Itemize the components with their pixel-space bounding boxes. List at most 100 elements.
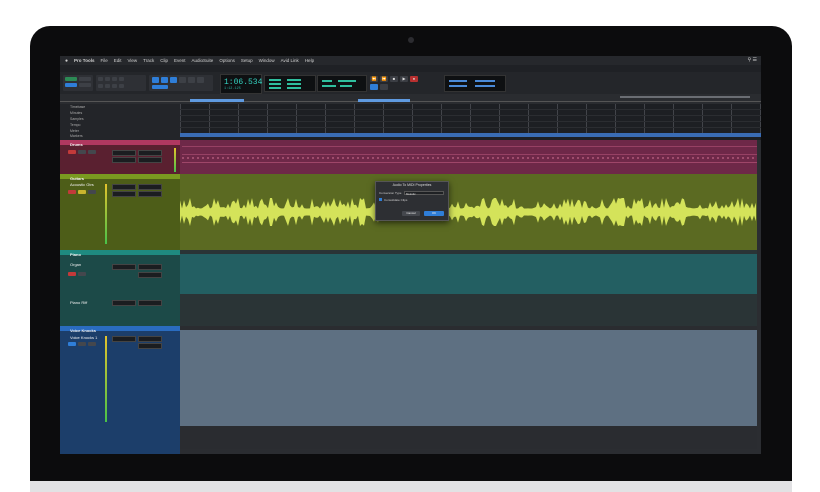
trim-tool-icon[interactable] <box>161 77 168 83</box>
record-enable-button[interactable] <box>68 342 76 346</box>
input-selector[interactable] <box>112 336 136 342</box>
main-counter[interactable]: 1:06.534 1:12.125 <box>220 74 262 94</box>
menu-event[interactable]: Event <box>174 58 186 63</box>
ruler-name-samples: Samples <box>70 117 84 121</box>
track-name-acoustic-gtrs[interactable]: Acoustic Gtrs <box>70 182 94 187</box>
consolidate-checkbox[interactable] <box>379 198 382 201</box>
track-name-piano-riff[interactable]: Piano Riff <box>70 300 87 305</box>
prime-button[interactable] <box>380 84 388 90</box>
session-overview[interactable] <box>60 94 761 104</box>
record-enable-button[interactable] <box>68 272 76 276</box>
menu-edit[interactable]: Edit <box>114 58 122 63</box>
solo-button[interactable] <box>78 150 86 154</box>
zoom-in-button[interactable] <box>98 77 103 81</box>
input-selector[interactable] <box>112 184 136 190</box>
track-name-drums[interactable]: Drums <box>70 142 83 147</box>
record-button[interactable]: ● <box>410 76 418 82</box>
track-name-piano[interactable]: Piano <box>70 252 81 257</box>
send-slot[interactable] <box>138 272 162 278</box>
menu-track[interactable]: Track <box>143 58 154 63</box>
menu-help[interactable]: Help <box>305 58 314 63</box>
conversion-type-label: Conversion Type <box>379 191 402 195</box>
menu-file[interactable]: File <box>100 58 107 63</box>
track-lane-voice-knocks[interactable] <box>180 326 761 454</box>
marker-region[interactable] <box>180 133 761 137</box>
track-name-voice-knocks[interactable]: Voice Knocks <box>70 328 96 333</box>
menu-setup[interactable]: Setup <box>241 58 253 63</box>
mute-button[interactable] <box>88 190 96 194</box>
menu-clip[interactable]: Clip <box>160 58 168 63</box>
solo-button[interactable] <box>78 190 86 194</box>
consolidate-label: Consolidate Clips <box>384 198 408 202</box>
track-lane-guitars[interactable] <box>180 174 761 250</box>
track-header-guitars[interactable]: Guitars Acoustic Gtrs <box>60 174 180 250</box>
zoom-preset-6[interactable] <box>119 84 124 88</box>
apple-icon[interactable]: ● <box>65 58 68 64</box>
zoom-preset-2[interactable] <box>119 77 124 81</box>
track-lane-piano[interactable] <box>180 250 761 326</box>
solo-button[interactable] <box>78 272 86 276</box>
smart-tool-button[interactable] <box>152 85 168 89</box>
menu-options[interactable]: Options <box>219 58 235 63</box>
shuffle-button[interactable] <box>65 77 77 81</box>
grid-button[interactable] <box>79 83 91 87</box>
menu-pro-tools[interactable]: Pro Tools <box>74 58 94 63</box>
selector-tool-icon[interactable] <box>170 77 177 83</box>
insert-slot[interactable] <box>138 150 162 156</box>
zoom-preset-5[interactable] <box>112 84 117 88</box>
record-enable-button[interactable] <box>68 190 76 194</box>
menu-avid-link[interactable]: Avid Link <box>281 58 299 63</box>
stop-button[interactable]: ■ <box>390 76 398 82</box>
track-header-piano[interactable]: Piano Organ Piano Riff <box>60 250 180 326</box>
track-name-guitars[interactable]: Guitars <box>70 176 84 181</box>
menu-audiosuite[interactable]: AudioSuite <box>192 58 214 63</box>
vertical-scrollbar[interactable] <box>757 140 761 454</box>
zoom-preset-4[interactable] <box>105 84 110 88</box>
zoom-out-button[interactable] <box>105 77 110 81</box>
input-selector[interactable] <box>112 264 136 270</box>
voice-clip[interactable] <box>180 330 757 426</box>
menu-window[interactable]: Window <box>259 58 275 63</box>
spotlight-icon[interactable]: ⚲ ☰ <box>747 57 757 63</box>
mute-button[interactable] <box>88 150 96 154</box>
ok-button[interactable]: OK <box>424 211 444 216</box>
play-button[interactable]: ▶ <box>400 76 408 82</box>
send-slot[interactable] <box>138 157 162 163</box>
scrubber-tool-icon[interactable] <box>188 77 195 83</box>
fast-forward-button[interactable]: ⏩ <box>380 76 388 82</box>
menu-view[interactable]: View <box>127 58 137 63</box>
track-header-voice-knocks[interactable]: Voice Knocks Voice Knocks 1 <box>60 326 180 454</box>
insert-slot[interactable] <box>138 336 162 342</box>
track-name-voice-knocks-1[interactable]: Voice Knocks 1 <box>70 335 97 340</box>
input-selector[interactable] <box>112 150 136 156</box>
cancel-button[interactable]: Cancel <box>402 211 420 216</box>
output-selector[interactable] <box>112 191 136 197</box>
output-selector-2[interactable] <box>138 300 162 306</box>
insert-slot[interactable] <box>138 264 162 270</box>
horizontal-scrollbar[interactable] <box>180 449 757 454</box>
insert-slot[interactable] <box>138 184 162 190</box>
solo-button[interactable] <box>78 342 86 346</box>
track-lane-drums[interactable] <box>180 140 761 174</box>
ruler-name-timebase: Timebase <box>70 105 86 109</box>
grabber-tool-icon[interactable] <box>179 77 186 83</box>
send-slot[interactable] <box>138 191 162 197</box>
organ-clip[interactable] <box>180 254 761 294</box>
record-enable-button[interactable] <box>68 150 76 154</box>
mute-button[interactable] <box>88 342 96 346</box>
zoom-preset-1[interactable] <box>112 77 117 81</box>
sub-counter-value: 1:12.125 <box>224 87 241 91</box>
zoomer-tool-icon[interactable] <box>152 77 159 83</box>
output-selector[interactable] <box>112 300 136 306</box>
zoom-preset-3[interactable] <box>98 84 103 88</box>
output-selector[interactable] <box>112 157 136 163</box>
track-header-drums[interactable]: Drums <box>60 140 180 174</box>
loop-button[interactable] <box>370 84 378 90</box>
spot-button[interactable] <box>65 83 77 87</box>
rewind-button[interactable]: ⏪ <box>370 76 378 82</box>
conversion-type-select[interactable]: Melodic <box>404 191 444 196</box>
send-slot[interactable] <box>138 343 162 349</box>
slip-button[interactable] <box>79 77 91 81</box>
track-name-organ[interactable]: Organ <box>70 262 81 267</box>
pencil-tool-icon[interactable] <box>197 77 204 83</box>
